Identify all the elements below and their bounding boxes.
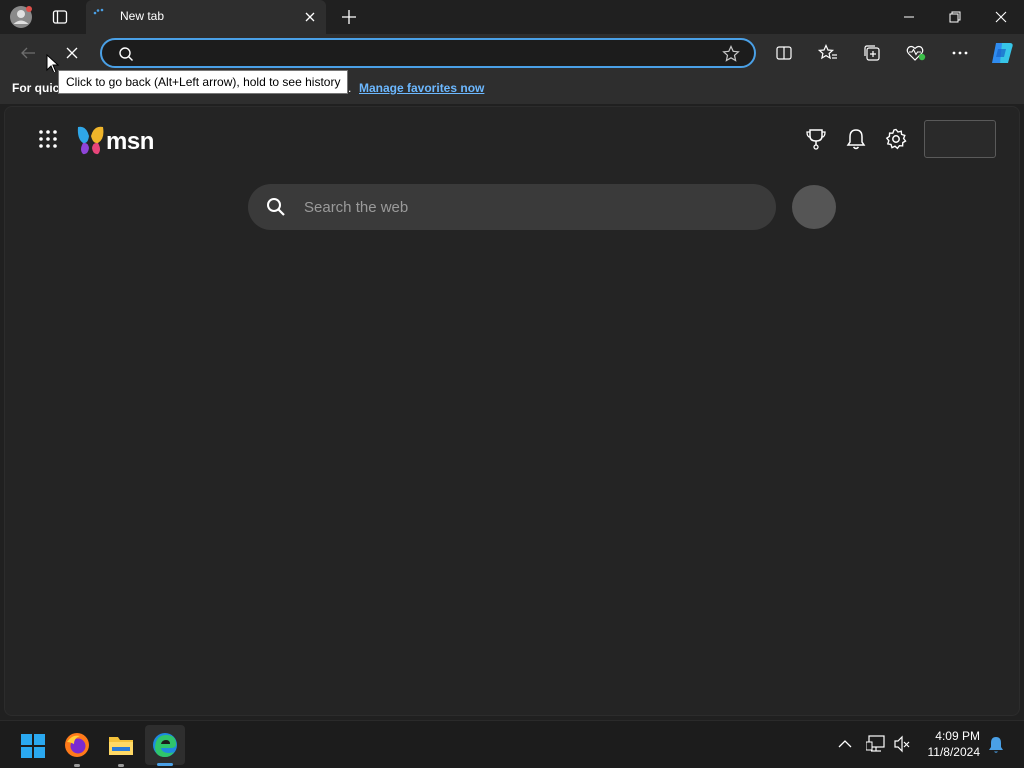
- copilot-button[interactable]: [987, 38, 1017, 68]
- collections-button[interactable]: [857, 38, 887, 68]
- taskbar: 4:09 PM 11/8/2024: [0, 720, 1024, 768]
- msn-logo-text[interactable]: msn: [106, 128, 154, 156]
- split-screen-button[interactable]: [769, 38, 799, 68]
- search-placeholder[interactable]: Search the web: [304, 199, 408, 216]
- web-search-box[interactable]: Search the web: [248, 184, 776, 230]
- loading-spinner-icon: [92, 8, 108, 24]
- notifications-bell-icon[interactable]: [845, 128, 867, 150]
- restore-button[interactable]: [932, 0, 978, 34]
- copilot-icon: [992, 43, 1013, 63]
- back-button-tooltip: Click to go back (Alt+Left arrow), hold …: [58, 70, 349, 94]
- add-favorite-star-icon[interactable]: [722, 45, 740, 63]
- rewards-trophy-icon[interactable]: [805, 128, 827, 150]
- favorites-button[interactable]: [813, 38, 843, 68]
- close-window-button[interactable]: [978, 0, 1024, 34]
- settings-more-button[interactable]: [945, 38, 975, 68]
- minimize-button[interactable]: [886, 0, 932, 34]
- windows-start-icon[interactable]: [21, 734, 45, 758]
- show-hidden-icons-chevron-icon[interactable]: [838, 739, 852, 749]
- sign-in-button[interactable]: [924, 120, 996, 158]
- back-arrow-icon: [21, 47, 35, 59]
- new-tab-plus-icon[interactable]: [338, 6, 360, 28]
- volume-muted-icon[interactable]: [893, 735, 911, 753]
- tab-new-tab[interactable]: New tab: [86, 0, 326, 34]
- collections-icon: [864, 45, 880, 61]
- edge-active-indicator: [157, 763, 173, 766]
- edge-icon: [153, 733, 177, 757]
- notification-bell-icon[interactable]: [988, 736, 1004, 754]
- app-launcher-grid-icon[interactable]: [38, 129, 58, 149]
- visual-search-button[interactable]: [792, 185, 836, 229]
- search-icon: [267, 198, 285, 216]
- split-screen-icon: [776, 46, 792, 60]
- title-bar: New tab: [0, 0, 1024, 34]
- favorites-bar-period: .: [348, 81, 352, 95]
- stop-x-icon: [66, 47, 78, 59]
- profile-avatar-icon[interactable]: [8, 5, 34, 29]
- stop-loading-button[interactable]: [57, 38, 87, 68]
- search-icon: [119, 47, 133, 61]
- network-icon[interactable]: [866, 735, 886, 753]
- browser-essentials-button[interactable]: [901, 38, 931, 68]
- taskbar-time[interactable]: 4:09 PM: [918, 729, 980, 743]
- navigation-toolbar: [0, 34, 1024, 74]
- tab-actions-icon[interactable]: [48, 7, 72, 27]
- file-explorer-icon[interactable]: [108, 733, 134, 757]
- heart-pulse-icon: [906, 45, 926, 61]
- page-settings-gear-icon[interactable]: [885, 128, 907, 150]
- address-bar[interactable]: [100, 38, 756, 68]
- favorites-star-list-icon: [818, 44, 837, 60]
- manage-favorites-link[interactable]: Manage favorites now: [359, 81, 484, 95]
- close-tab-icon[interactable]: [302, 9, 318, 25]
- msn-butterfly-logo-icon[interactable]: [76, 124, 106, 156]
- more-dots-icon: [952, 51, 968, 55]
- explorer-running-indicator: [118, 764, 124, 767]
- back-button[interactable]: [13, 38, 43, 68]
- firefox-icon[interactable]: [64, 732, 90, 758]
- firefox-running-indicator: [74, 764, 80, 767]
- tab-title: New tab: [120, 9, 165, 23]
- favorites-bar-prompt: For quic: [12, 81, 60, 95]
- taskbar-date[interactable]: 11/8/2024: [918, 745, 981, 759]
- edge-taskbar-button[interactable]: [145, 725, 185, 766]
